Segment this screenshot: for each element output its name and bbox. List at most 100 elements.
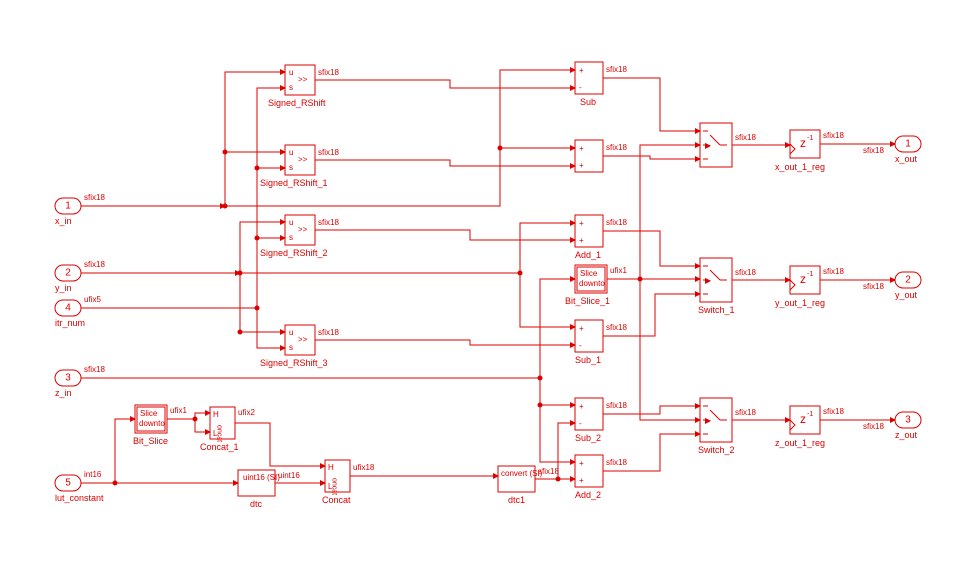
port-label: itr_num — [55, 318, 85, 328]
svg-text:u: u — [289, 328, 293, 337]
port-label: z_out — [895, 430, 918, 440]
signal-label: sfix18 — [606, 65, 627, 74]
svg-text:-1: -1 — [807, 271, 813, 278]
block-label: Signed_RShift_1 — [260, 178, 328, 188]
block-label: Concat — [322, 495, 351, 505]
svg-text:+: + — [579, 144, 584, 153]
block-concat[interactable]: H oncat L Concat ufix18 — [322, 460, 375, 505]
block-concat-1[interactable]: H oncat L Concat_1 ufix2 — [200, 407, 255, 452]
svg-text:L: L — [213, 429, 218, 438]
svg-text:+: + — [579, 161, 584, 170]
signal-label: sfix18 — [606, 401, 627, 410]
block-signed-rshift-1[interactable]: u >> s Signed_RShift_1 sfix18 — [260, 145, 339, 188]
svg-text:uint16 (SI): uint16 (SI) — [243, 473, 280, 482]
svg-text:>>: >> — [298, 335, 308, 344]
inport-lut_constant[interactable]: 5 lut_constant int16 — [55, 470, 104, 503]
block-sub-1[interactable]: + - Sub_1 sfix18 — [575, 320, 627, 365]
svg-text:+: + — [579, 219, 584, 228]
svg-text:▶: ▶ — [705, 276, 712, 285]
block-label: y_out_1_reg — [775, 298, 825, 308]
outport-x_out[interactable]: 1 x_out sfix18 — [863, 136, 921, 164]
signal-label: sfix18 — [318, 68, 339, 77]
svg-text:H: H — [328, 463, 334, 472]
signal-label: ufix2 — [238, 408, 255, 417]
block-label: Sub — [580, 97, 596, 107]
svg-text:+: + — [579, 459, 584, 468]
block-signed-rshift-3[interactable]: u >> s Signed_RShift_3 sfix18 — [260, 325, 339, 368]
svg-text:-: - — [579, 341, 582, 350]
inport-y_in[interactable]: 2 y_in sfix18 — [55, 260, 105, 293]
port-label: x_in — [55, 216, 72, 226]
svg-text:z: z — [800, 136, 806, 150]
signal-label: sfix18 — [823, 267, 844, 276]
signal-label: ufix18 — [353, 463, 375, 472]
svg-text:+: + — [579, 66, 584, 75]
block-y-out-1-reg[interactable]: z -1 y_out_1_reg sfix18 — [775, 266, 844, 308]
signal-label: sfix18 — [823, 407, 844, 416]
svg-text:>>: >> — [298, 75, 308, 84]
block-add-1[interactable]: + + Add_1 sfix18 — [575, 215, 627, 260]
block-label: Sub_2 — [575, 433, 601, 443]
inport-x_in[interactable]: 1 x_in sfix18 — [55, 193, 105, 226]
block-label: Concat_1 — [200, 442, 239, 452]
signal-label: sfix18 — [863, 146, 884, 155]
block-label: Sub_1 — [575, 355, 601, 365]
block-label: Add_1 — [575, 250, 601, 260]
svg-text:s: s — [289, 233, 293, 242]
outport-z_out[interactable]: 3 z_out sfix18 — [863, 412, 921, 440]
block-label: Add_2 — [575, 490, 601, 500]
signal-label: ufix5 — [84, 295, 101, 304]
port-label: lut_constant — [55, 493, 104, 503]
block-label: x_out_1_reg — [775, 162, 825, 172]
block-label: Signed_RShift — [268, 98, 326, 108]
svg-text:s: s — [289, 83, 293, 92]
inport-itr_num[interactable]: 4 itr_num ufix5 — [55, 295, 101, 328]
block-bit-slice-1[interactable]: Slice downto Bit_Slice_1 ufix1 — [565, 265, 627, 306]
svg-text:▶: ▶ — [705, 416, 712, 425]
block-dtc[interactable]: uint16 (SI) dtc uint16 — [238, 470, 300, 509]
svg-text:u: u — [289, 148, 293, 157]
block-sub[interactable]: + - Sub sfix18 — [575, 62, 627, 107]
block-add-2[interactable]: + + Add_2 sfix18 — [575, 455, 627, 500]
svg-text:▶: ▶ — [705, 141, 712, 150]
block-label: dtc — [250, 499, 263, 509]
outport-y_out[interactable]: 2 y_out sfix18 — [863, 272, 921, 300]
port-number: 1 — [905, 139, 911, 150]
svg-text:-1: -1 — [807, 135, 813, 142]
block-z-out-1-reg[interactable]: z -1 z_out_1_reg sfix18 — [775, 406, 844, 448]
svg-text:-1: -1 — [807, 411, 813, 418]
port-label: y_out — [895, 290, 918, 300]
port-number: 4 — [65, 303, 71, 314]
signal-label: sfix18 — [735, 133, 756, 142]
port-number: 1 — [65, 201, 71, 212]
block-sub-2[interactable]: + - Sub_2 sfix18 — [575, 398, 627, 443]
signal-label: int16 — [84, 470, 102, 479]
block-diagram: 1 x_in sfix18 2 y_in sfix18 4 itr_num uf… — [0, 0, 973, 570]
signal-label: sfix18 — [538, 467, 559, 476]
wires — [81, 70, 895, 485]
svg-text:z: z — [800, 272, 806, 286]
svg-text:z: z — [800, 412, 806, 426]
svg-text:s: s — [289, 163, 293, 172]
svg-text:-: - — [579, 83, 582, 92]
signal-label: ufix1 — [610, 266, 627, 275]
block-signed-rshift-2[interactable]: u >> s Signed_RShift_2 sfix18 — [260, 215, 339, 258]
inport-z_in[interactable]: 3 z_in sfix18 — [55, 365, 105, 398]
signal-label: sfix18 — [318, 148, 339, 157]
svg-text:s: s — [289, 343, 293, 352]
block-x-out-1-reg[interactable]: z -1 x_out_1_reg sfix18 — [775, 130, 844, 172]
port-number: 2 — [65, 268, 71, 279]
svg-text:+: + — [579, 476, 584, 485]
signal-label: sfix18 — [863, 422, 884, 431]
port-number: 2 — [905, 275, 911, 286]
svg-text:L: L — [328, 482, 333, 491]
block-switch-2[interactable]: ▶ Switch_2 sfix18 — [698, 398, 756, 455]
block-label: Bit_Slice_1 — [565, 296, 610, 306]
svg-text:+: + — [579, 236, 584, 245]
block-signed-rshift[interactable]: u >> s Signed_RShift sfix18 — [268, 65, 339, 108]
port-label: y_in — [55, 283, 72, 293]
block-dtc1[interactable]: convert (SI) dtc1 sfix18 — [498, 466, 559, 505]
block-switch-1[interactable]: ▶ Switch_1 sfix18 — [698, 258, 756, 315]
block-bit-slice[interactable]: Slice downto Bit_Slice ufix1 — [133, 405, 187, 446]
signal-label: sfix18 — [735, 268, 756, 277]
